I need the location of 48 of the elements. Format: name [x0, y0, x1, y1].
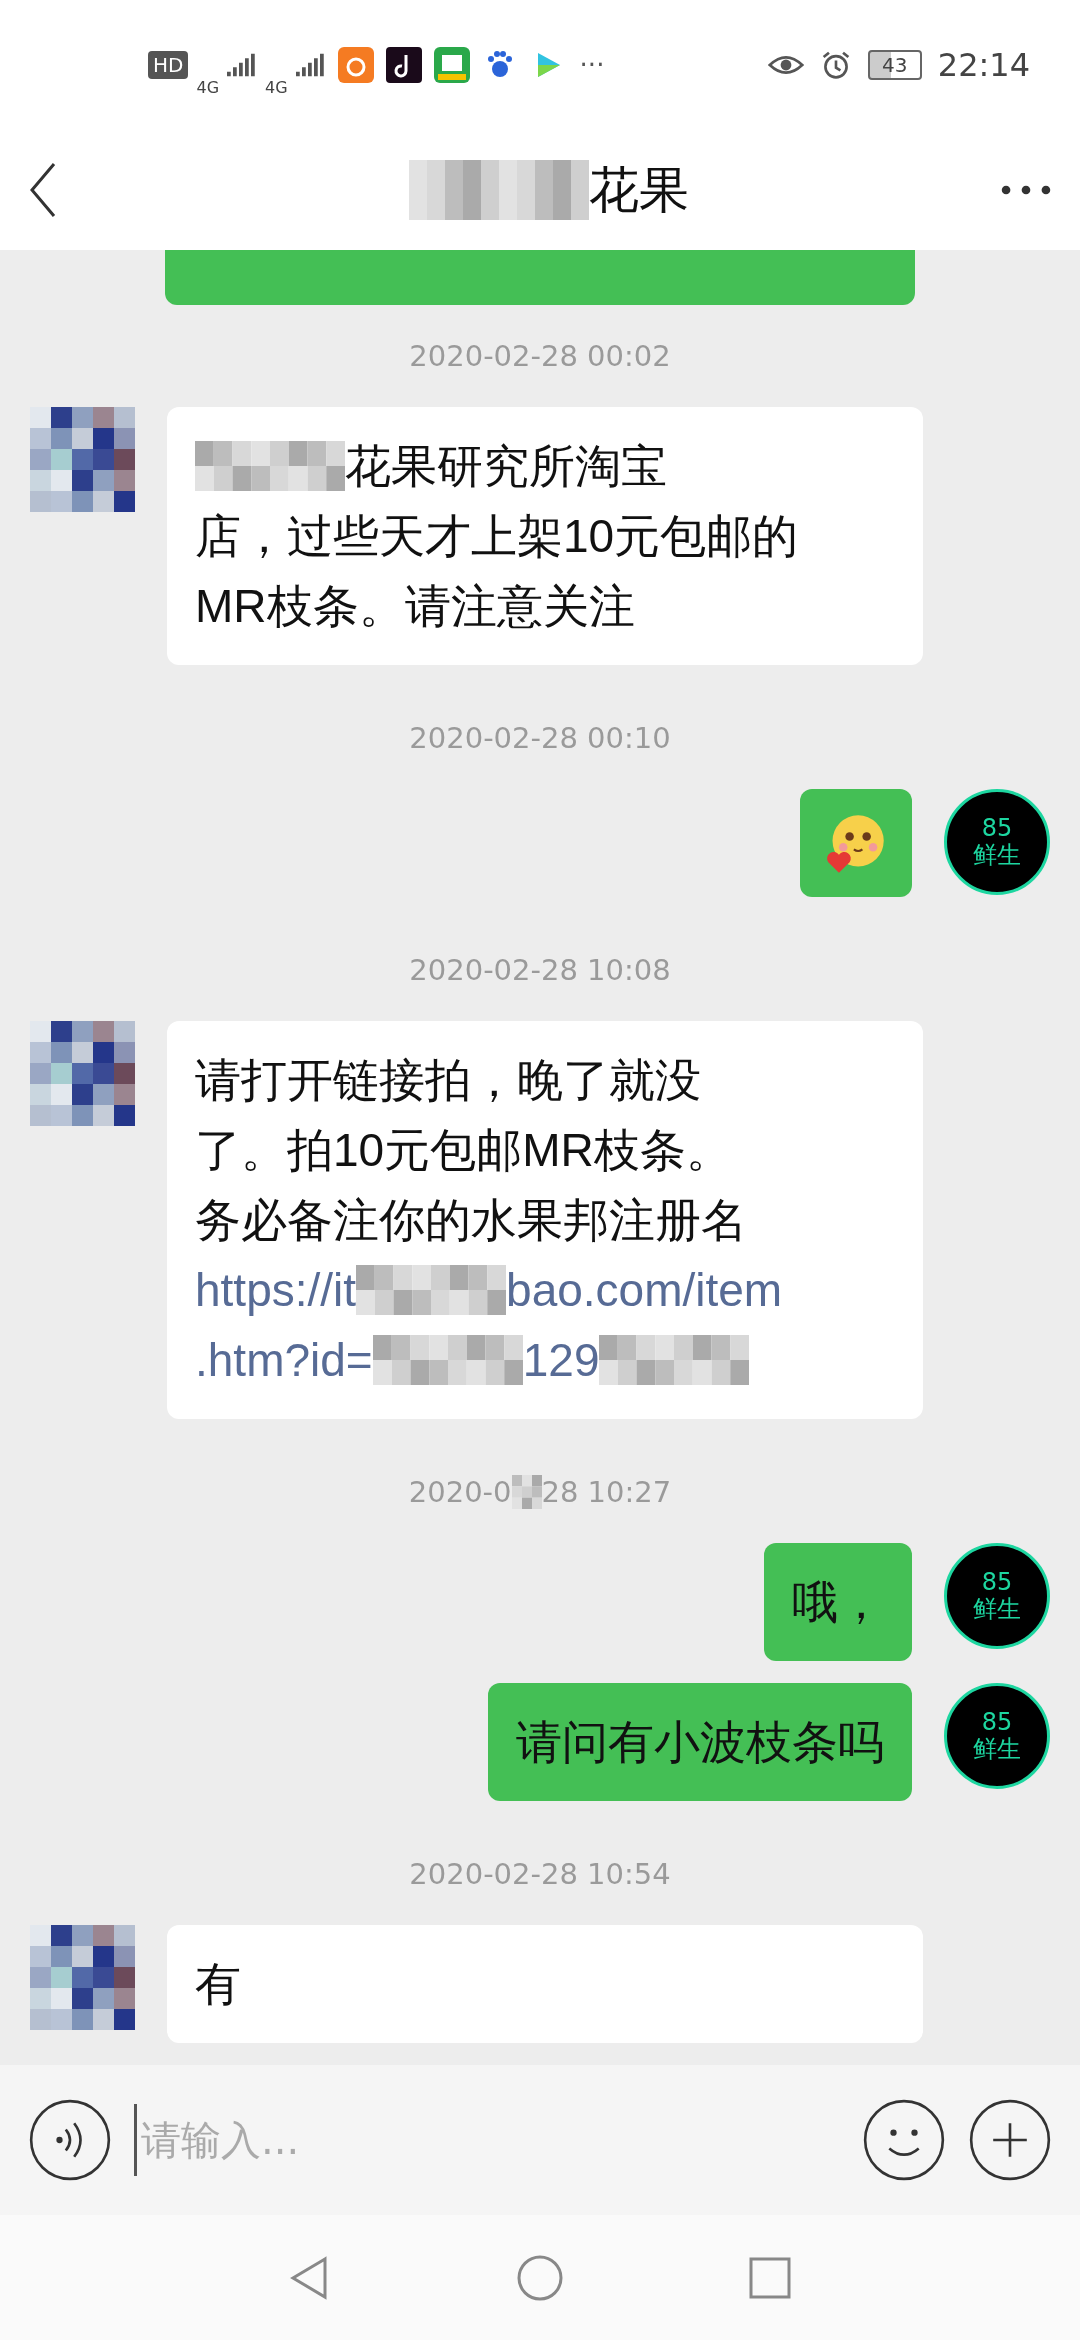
message-text: MR枝条。请注意关注 [195, 579, 635, 634]
message-text: 请打开链接拍，晚了就没 [195, 1053, 701, 1108]
more-notifications: ··· [579, 50, 605, 80]
message-text: 店，过些天才上架10元包邮的 [195, 509, 799, 564]
timestamp: 2020-0 [408, 1475, 512, 1509]
redacted-area [511, 1475, 542, 1509]
timestamp: 2020-02-28 00:10 [409, 721, 671, 755]
timestamp: 2020-02-28 10:54 [409, 1857, 671, 1891]
message-text: 请问有小波枝条吗 [516, 1715, 884, 1770]
message-link[interactable]: https://it [195, 1255, 357, 1325]
signal-icon [295, 52, 326, 78]
hd-icon: HD [148, 51, 189, 79]
message-text: 务必备注你的水果邦注册名 [195, 1193, 747, 1248]
music-note-app-icon [385, 47, 422, 83]
avatar[interactable] [30, 407, 135, 512]
message-link[interactable]: 129 [522, 1325, 600, 1395]
chat-title: 花果 [589, 159, 689, 221]
add-icon[interactable] [968, 2098, 1052, 2182]
signal-icon [227, 52, 258, 78]
timestamp: 2020-02-28 00:02 [409, 339, 671, 373]
avatar[interactable]: 85 鲜生 [944, 1683, 1050, 1789]
timestamp: 28 10:27 [541, 1475, 672, 1509]
message-text: 哦， [792, 1575, 884, 1630]
signal-label: 4G [265, 77, 288, 97]
timestamp: 2020-02-28 10:08 [409, 953, 671, 987]
battery-icon: 43 [867, 50, 922, 80]
back-icon[interactable] [28, 160, 58, 220]
message-text: 花果研究所淘宝 [345, 439, 667, 494]
avatar-text: 85 [981, 1709, 1013, 1735]
emoji-button-icon[interactable] [862, 2098, 946, 2182]
clock-time: 22:14 [937, 46, 1030, 84]
avatar[interactable]: 85 鲜生 [944, 789, 1050, 895]
message-text: 有 [195, 1957, 241, 2012]
signal-label: 4G [196, 77, 220, 97]
message-text: 了。拍10元包邮MR枝条。 [195, 1123, 732, 1178]
message-link[interactable]: bao.com/item [506, 1255, 783, 1325]
avatar-text: 鲜生 [973, 1595, 1021, 1623]
avatar[interactable] [30, 1925, 135, 2030]
avatar-text: 85 [981, 815, 1013, 841]
avatar[interactable] [30, 1021, 135, 1126]
message-link[interactable]: .htm?id= [195, 1325, 373, 1395]
avatar-text: 鲜生 [973, 841, 1021, 869]
avatar-text: 鲜生 [973, 1735, 1021, 1763]
book-app-icon [433, 47, 470, 83]
avatar[interactable]: 85 鲜生 [944, 1543, 1050, 1649]
more-options-icon[interactable] [1000, 183, 1052, 197]
avatar-text: 85 [981, 1569, 1013, 1595]
voice-icon[interactable] [28, 2098, 112, 2182]
